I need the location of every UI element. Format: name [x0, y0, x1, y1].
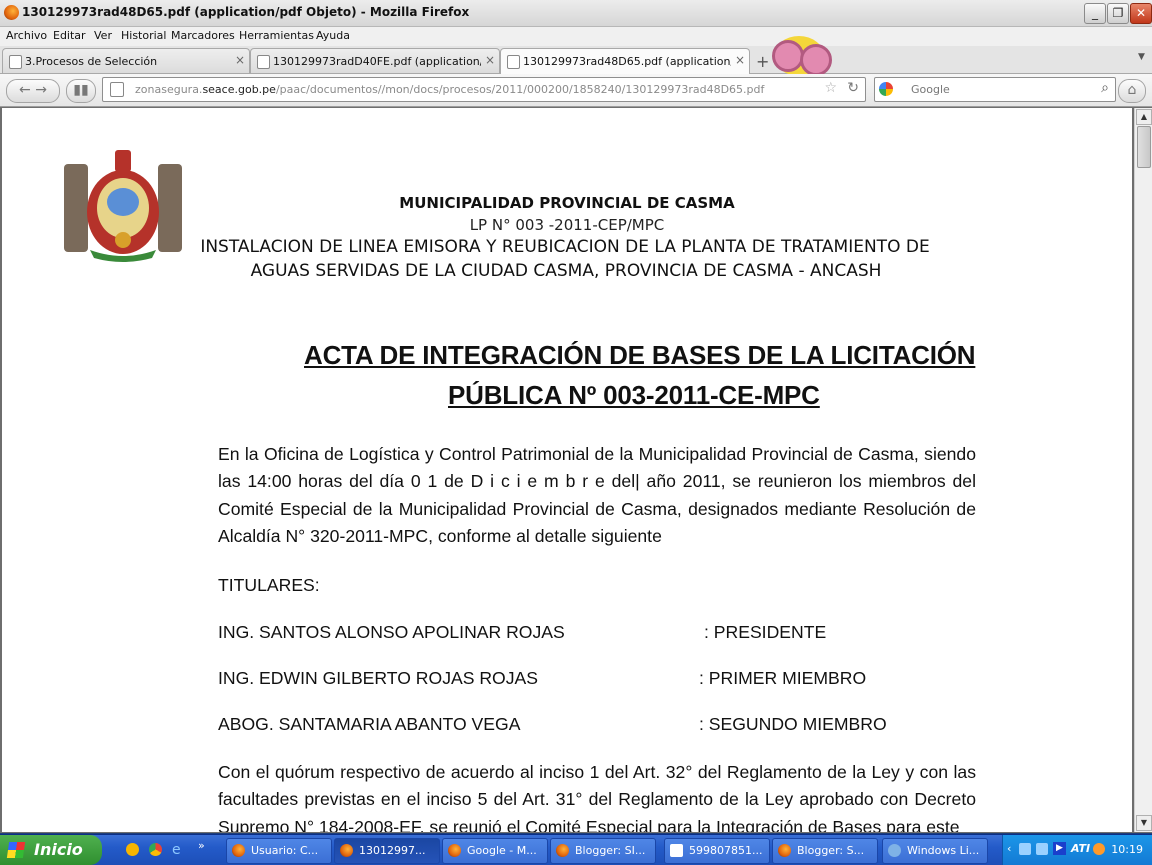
document-title-line1: ACTA DE INTEGRACIÓN DE BASES DE LA LICIT…	[304, 340, 976, 370]
taskbar-item[interactable]: Windows Li...	[882, 838, 988, 864]
scroll-thumb[interactable]	[1137, 126, 1151, 168]
firefox-icon	[4, 5, 19, 20]
member-name: ING. SANTOS ALONSO APOLINAR ROJAS	[218, 622, 565, 642]
address-bar[interactable]: zonasegura.seace.gob.pe/paac/documentos/…	[102, 77, 866, 102]
document-title-line2: PÚBLICA Nº 003-2011-CE-MPC	[448, 380, 820, 410]
member-role: : SEGUNDO MIEMBRO	[699, 714, 887, 734]
minimize-button[interactable]: _	[1084, 3, 1106, 24]
taskbar-item-active[interactable]: 13012997...	[334, 838, 440, 864]
windows-live-icon	[888, 844, 901, 857]
start-button[interactable]: Inicio	[0, 835, 102, 865]
network-icon[interactable]	[1019, 843, 1031, 855]
menu-herramientas[interactable]: Herramientas	[239, 29, 314, 42]
tab-label: 130129973radD40FE.pdf (application/pdf .…	[273, 55, 481, 68]
pdf-page: MUNICIPALIDAD PROVINCIAL DE CASMA LP N° …	[2, 108, 1132, 832]
menu-historial[interactable]: Historial	[121, 29, 166, 42]
taskbar-item[interactable]: Usuario: C...	[226, 838, 332, 864]
ie-icon[interactable]: e	[172, 842, 181, 858]
firefox-icon	[778, 844, 791, 857]
home-icon[interactable]: ⌂	[1118, 79, 1146, 103]
window-title: 130129973rad48D65.pdf (application/pdf O…	[22, 5, 470, 19]
close-tab-icon[interactable]: ×	[735, 53, 745, 67]
new-tab-button[interactable]: +	[756, 52, 769, 71]
menu-archivo[interactable]: Archivo	[6, 29, 47, 42]
bookmark-star-icon[interactable]: ☆	[824, 80, 837, 96]
tab-pdf-1[interactable]: 130129973radD40FE.pdf (application/pdf .…	[250, 48, 500, 73]
menu-ayuda[interactable]: Ayuda	[316, 29, 350, 42]
search-bar[interactable]: Google ⌕	[874, 77, 1116, 102]
firefox-icon	[340, 844, 353, 857]
vertical-scrollbar[interactable]: ▲ ▼	[1134, 108, 1152, 832]
member-name: ABOG. SANTAMARIA ABANTO VEGA	[218, 714, 521, 734]
app-icon	[232, 844, 245, 857]
tab-list-icon[interactable]: ▼	[1138, 52, 1145, 62]
restore-button[interactable]: ❐	[1107, 3, 1129, 24]
taskbar-item[interactable]: 599807851...	[664, 838, 770, 864]
system-tray: ‹ ▶ ATI 10:19	[1002, 835, 1152, 865]
menu-marcadores[interactable]: Marcadores	[171, 29, 235, 42]
taskbar-item[interactable]: Blogger: S...	[772, 838, 878, 864]
chrome-icon[interactable]	[149, 843, 162, 856]
page-icon	[507, 55, 520, 69]
menu-editar[interactable]: Editar	[53, 29, 86, 42]
tab-pdf-2[interactable]: 130129973rad48D65.pdf (application/pdf .…	[500, 48, 750, 74]
header-project-line2: AGUAS SERVIDAS DE LA CIUDAD CASMA, PROVI…	[250, 261, 882, 281]
closing-paragraph: Con el quórum respectivo de acuerdo al i…	[218, 762, 976, 832]
member-role: : PRESIDENTE	[704, 622, 827, 642]
windows-logo-icon	[6, 842, 26, 858]
tab-label: 130129973rad48D65.pdf (application/pdf .…	[523, 55, 731, 68]
back-forward-buttons[interactable]: ← →	[6, 79, 60, 103]
page-icon	[9, 55, 22, 69]
word-icon	[670, 844, 683, 857]
firefox-icon	[448, 844, 461, 857]
scroll-up-icon[interactable]: ▲	[1136, 109, 1152, 125]
member-role: : PRIMER MIEMBRO	[699, 668, 867, 688]
clock: 10:19	[1111, 843, 1143, 856]
menu-ver[interactable]: Ver	[94, 29, 112, 42]
close-button[interactable]: ✕	[1130, 3, 1152, 24]
tray-app-icon[interactable]	[1093, 843, 1105, 855]
donut-decoration	[772, 40, 804, 72]
tab-bar: 3.Procesos de Selección × 130129973radD4…	[0, 36, 1152, 76]
network-icon[interactable]	[1036, 843, 1048, 855]
title-bar: 130129973rad48D65.pdf (application/pdf O…	[0, 0, 1152, 27]
quicklaunch-icon[interactable]	[126, 843, 139, 856]
header-entity: MUNICIPALIDAD PROVINCIAL DE CASMA	[399, 194, 735, 212]
search-icon[interactable]: ⌕	[1101, 80, 1109, 96]
close-tab-icon[interactable]: ×	[235, 53, 245, 67]
intro-paragraph: En la Oficina de Logística y Control Pat…	[218, 444, 976, 546]
taskbar-item[interactable]: Blogger: SI...	[550, 838, 656, 864]
header-project-line1: INSTALACION DE LINEA EMISORA Y REUBICACI…	[200, 237, 930, 257]
more-quicklaunch-icon[interactable]: »	[198, 839, 205, 852]
taskbar-item[interactable]: Google - M...	[442, 838, 548, 864]
member-name: ING. EDWIN GILBERTO ROJAS ROJAS	[218, 668, 539, 688]
url-text: zonasegura.seace.gob.pe/paac/documentos/…	[135, 83, 765, 96]
firefox-icon	[556, 844, 569, 857]
scroll-down-icon[interactable]: ▼	[1136, 815, 1152, 831]
start-label: Inicio	[34, 840, 83, 859]
google-icon	[879, 82, 893, 96]
tray-expand-icon[interactable]: ‹	[1007, 842, 1011, 855]
header-process: LP N° 003 -2011-CEP/MPC	[469, 216, 665, 234]
ati-icon[interactable]: ATI	[1071, 842, 1090, 855]
page-icon	[110, 82, 124, 97]
taskbar: Inicio e » Usuario: C... 13012997... Goo…	[0, 834, 1152, 865]
titulares-label: TITULARES:	[218, 575, 320, 595]
menu-bar: Archivo Editar Ver Historial Marcadores …	[0, 27, 1152, 46]
media-player-icon[interactable]: ▶	[1053, 842, 1066, 855]
stats-icon[interactable]: ▮▮	[66, 79, 96, 103]
tab-label: 3.Procesos de Selección	[25, 55, 158, 68]
page-icon	[257, 55, 270, 69]
donut-decoration	[800, 44, 832, 76]
tab-procesos[interactable]: 3.Procesos de Selección ×	[2, 48, 250, 73]
close-tab-icon[interactable]: ×	[485, 53, 495, 67]
reload-icon[interactable]: ↻	[847, 80, 859, 96]
search-placeholder: Google	[911, 83, 950, 96]
